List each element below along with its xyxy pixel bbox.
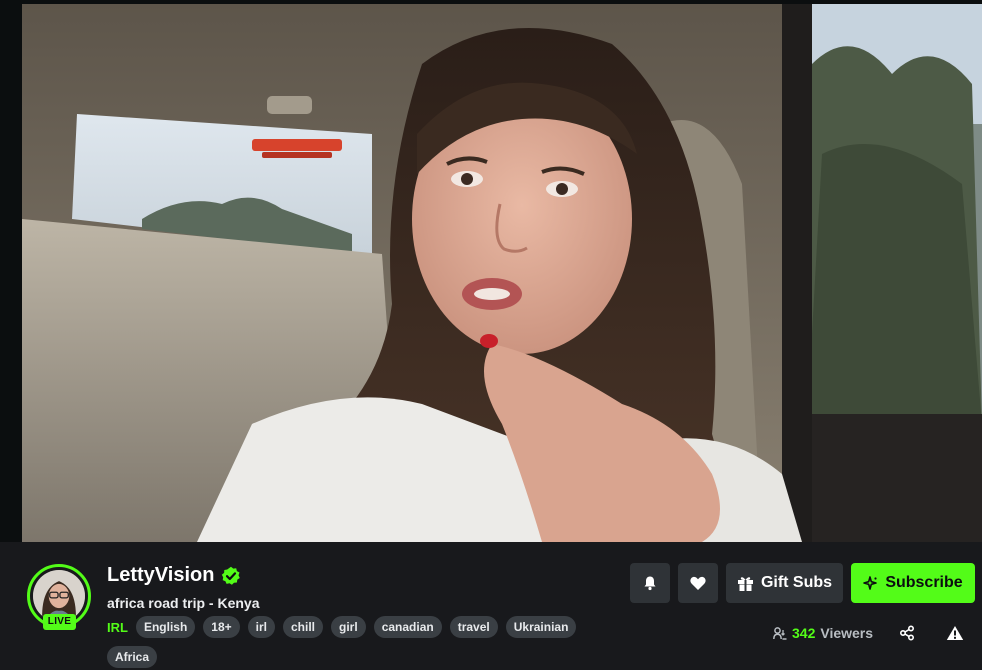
gift-subs-label: Gift Subs [760, 574, 833, 591]
tag-chip[interactable]: travel [449, 616, 498, 638]
share-icon[interactable] [899, 625, 915, 641]
tag-chip[interactable]: Africa [107, 646, 158, 668]
category-link[interactable]: IRL [107, 620, 128, 635]
stream-info-bar: LIVE LettyVision africa road trip - Keny… [0, 542, 982, 670]
tag-list: IRL English 18+ irl chill girl canadian … [107, 616, 607, 668]
tag-chip[interactable]: girl [331, 616, 366, 638]
subscribe-label: Subscribe [885, 574, 963, 591]
video-frame [22, 4, 982, 542]
gift-icon [737, 576, 753, 591]
channel-header: LettyVision [107, 564, 241, 587]
sparkle-icon [863, 575, 878, 590]
tag-chip[interactable]: 18+ [203, 616, 240, 638]
tag-chip[interactable]: English [135, 616, 196, 638]
follow-button[interactable] [678, 563, 718, 603]
tag-chip[interactable]: irl [247, 616, 275, 638]
bell-icon [644, 576, 656, 591]
verified-badge-icon [221, 566, 241, 586]
viewer-count-value: 342 [792, 625, 816, 641]
tag-chip[interactable]: canadian [373, 616, 442, 638]
viewer-count-label: Viewers [820, 625, 874, 641]
live-badge: LIVE [43, 614, 76, 630]
gift-subs-button[interactable]: Gift Subs [726, 563, 843, 603]
notifications-button[interactable] [630, 563, 670, 603]
stream-page: LIVE LettyVision africa road trip - Keny… [0, 0, 982, 670]
video-player[interactable] [22, 4, 982, 542]
report-warning-icon[interactable] [946, 625, 964, 641]
tag-chip[interactable]: chill [283, 616, 324, 638]
viewers-icon [773, 626, 787, 640]
heart-icon [690, 576, 706, 590]
subscribe-button[interactable]: Subscribe [851, 563, 975, 603]
viewer-count: 342 Viewers [773, 625, 873, 641]
stream-title: africa road trip - Kenya [107, 595, 260, 611]
channel-name[interactable]: LettyVision [107, 564, 214, 587]
tag-chip[interactable]: Ukrainian [505, 616, 577, 638]
